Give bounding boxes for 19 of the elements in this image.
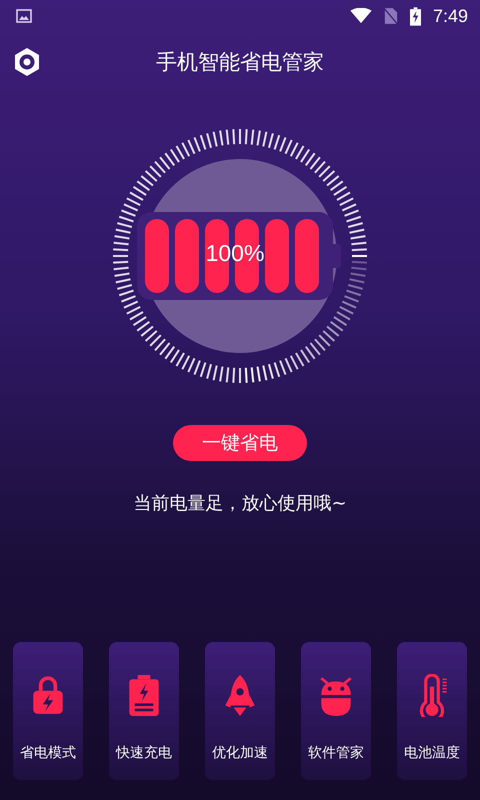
tool-label: 软件管家 bbox=[308, 744, 364, 762]
tool-label: 快速充电 bbox=[116, 744, 172, 762]
wifi-icon bbox=[350, 8, 372, 24]
tool-card[interactable]: 软件管家 bbox=[301, 642, 371, 780]
app-title: 手机智能省电管家 bbox=[156, 49, 324, 76]
tool-card[interactable]: 电池温度 bbox=[397, 642, 467, 780]
clock-time: 7:49 bbox=[432, 6, 468, 26]
tool-label: 电池温度 bbox=[404, 744, 460, 762]
tool-label: 优化加速 bbox=[212, 744, 268, 762]
tool-label: 省电模式 bbox=[20, 744, 76, 762]
no-sim-icon bbox=[384, 7, 398, 25]
settings-icon[interactable] bbox=[12, 47, 42, 77]
tool-card[interactable]: 省电模式 bbox=[13, 642, 83, 780]
status-message: 当前电量足，放心使用哦~ bbox=[132, 492, 348, 515]
battery-charging-icon bbox=[410, 6, 421, 26]
save-power-button[interactable]: 一键省电 bbox=[173, 425, 307, 461]
tool-card[interactable]: 快速充电 bbox=[109, 642, 179, 780]
image-icon bbox=[16, 8, 32, 24]
tool-card[interactable]: 优化加速 bbox=[205, 642, 275, 780]
